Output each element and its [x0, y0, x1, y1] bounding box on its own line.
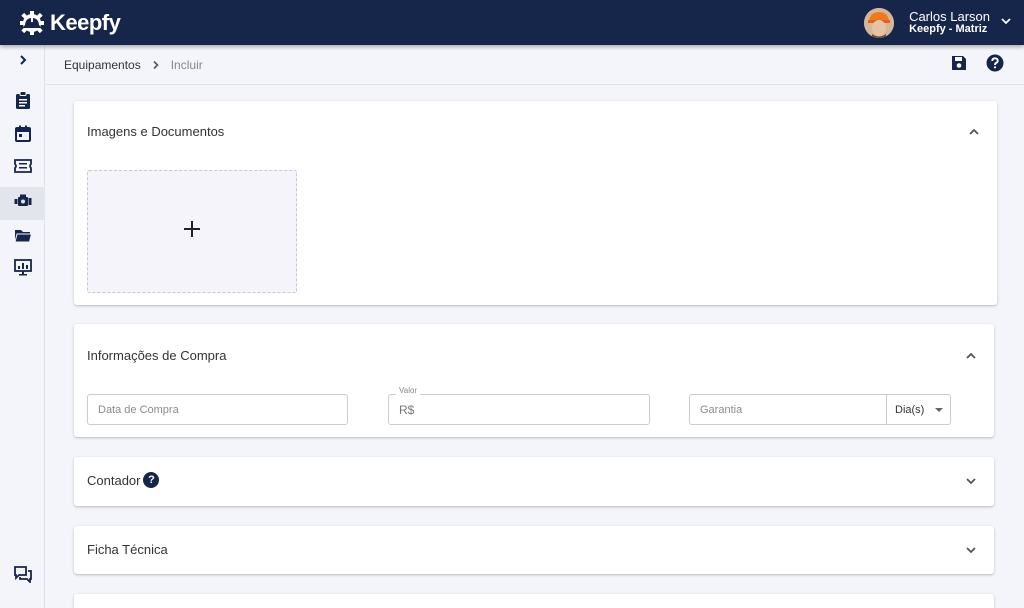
top-bar: Keepfy Carlos Larson Keepfy - Matriz	[0, 0, 1024, 45]
user-info: Carlos Larson Keepfy - Matriz	[909, 8, 990, 35]
chevron-up-icon[interactable]	[963, 348, 979, 364]
purchase-date-input[interactable]	[88, 395, 347, 424]
user-name: Carlos Larson	[909, 8, 990, 24]
chevron-down-icon[interactable]	[963, 542, 979, 558]
brand-logo[interactable]: Keepfy	[18, 9, 121, 37]
currency-prefix: R$	[399, 403, 415, 417]
avatar[interactable]	[864, 7, 895, 38]
value-field[interactable]: Valor R$	[388, 386, 650, 425]
folder-icon	[13, 228, 32, 248]
warranty-input[interactable]	[690, 395, 888, 424]
dashboard-monitor-icon	[13, 258, 32, 281]
engine-icon	[14, 194, 32, 213]
sidebar-item-equipment[interactable]	[0, 187, 45, 220]
ticket-icon	[13, 159, 32, 178]
section-title-datasheet: Ficha Técnica	[87, 542, 168, 557]
caret-down-icon	[935, 408, 943, 412]
breadcrumb: Equipamentos Incluir	[46, 45, 1024, 85]
purchase-date-field[interactable]	[87, 394, 348, 425]
calendar-icon	[14, 125, 31, 147]
clipboard-icon	[15, 91, 31, 114]
section-title-purchase: Informações de Compra	[87, 348, 227, 363]
chat-icon	[13, 565, 32, 588]
warranty-unit-value: Dia(s)	[895, 403, 925, 416]
user-org: Keepfy - Matriz	[909, 22, 988, 35]
counter-title-text: Contador	[87, 473, 141, 488]
section-datasheet[interactable]: Ficha Técnica	[74, 526, 994, 574]
chevron-right-icon	[17, 53, 29, 71]
sidebar-item-dashboard[interactable]	[0, 253, 45, 286]
section-title-images: Imagens e Documentos	[87, 124, 225, 139]
sidebar-item-tickets[interactable]	[0, 152, 45, 185]
sidebar	[0, 45, 45, 608]
breadcrumb-current: Incluir	[170, 57, 203, 72]
section-images: Imagens e Documentos	[74, 101, 997, 305]
sidebar-item-folders[interactable]	[0, 221, 45, 254]
sidebar-item-chat[interactable]	[0, 560, 45, 593]
save-icon	[951, 55, 967, 76]
breadcrumb-link-equipamentos[interactable]: Equipamentos	[64, 58, 141, 72]
help-icon	[986, 54, 1004, 77]
plus-icon	[183, 220, 201, 243]
save-button[interactable]	[949, 55, 969, 75]
section-title-counter: Contador?	[87, 471, 160, 490]
help-button[interactable]	[985, 54, 1005, 77]
warranty-unit-select[interactable]: Dia(s)	[886, 394, 951, 425]
sidebar-item-clipboard[interactable]	[0, 86, 45, 119]
warranty-field[interactable]	[689, 394, 889, 425]
chevron-right-icon	[151, 60, 161, 70]
sidebar-item-calendar[interactable]	[0, 119, 45, 152]
user-menu[interactable]: Carlos Larson Keepfy - Matriz	[864, 0, 1011, 45]
sidebar-toggle[interactable]	[0, 45, 45, 78]
chevron-up-icon[interactable]	[966, 124, 982, 140]
help-icon[interactable]: ?	[143, 471, 160, 488]
chevron-down-icon[interactable]	[1000, 14, 1012, 32]
section-purchase: Informações de Compra Valor R$ Dia(s)	[74, 324, 994, 437]
value-label: Valor	[396, 386, 421, 395]
section-next-partial	[74, 594, 994, 608]
section-counter[interactable]: Contador?	[74, 457, 994, 506]
value-input[interactable]	[389, 395, 649, 424]
upload-dropzone[interactable]	[87, 170, 297, 293]
helmet-gear-icon	[18, 9, 46, 37]
brand-name: Keepfy	[50, 9, 121, 35]
chevron-down-icon[interactable]	[963, 473, 979, 489]
